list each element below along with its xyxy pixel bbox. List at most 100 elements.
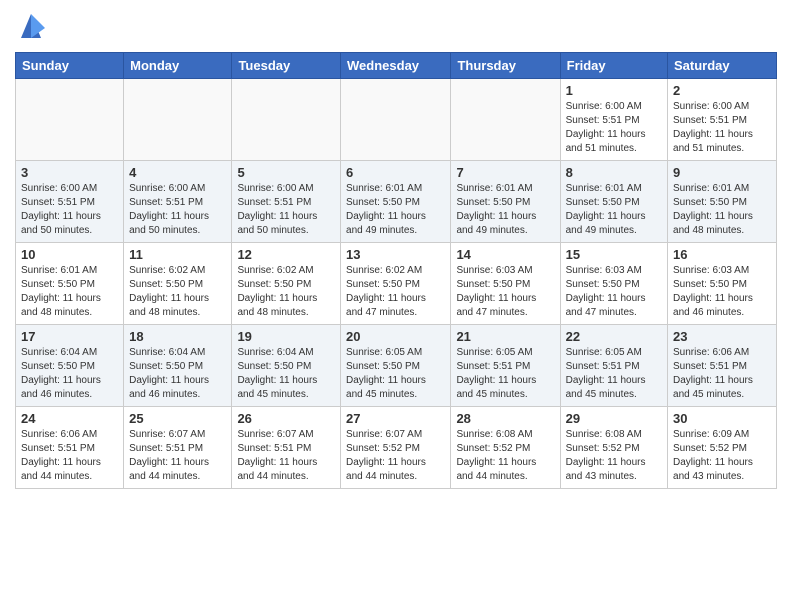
day-number: 29	[566, 411, 662, 426]
calendar-cell: 9 Sunrise: 6:01 AM Sunset: 5:50 PM Daylig…	[668, 161, 777, 243]
calendar-week-row: 24 Sunrise: 6:06 AM Sunset: 5:51 PM Dayli…	[16, 407, 777, 489]
day-info: Sunrise: 6:07 AM Sunset: 5:52 PM Dayligh…	[346, 428, 445, 484]
day-number: 30	[673, 411, 771, 426]
day-info: Sunrise: 6:02 AM Sunset: 5:50 PM Dayligh…	[129, 264, 226, 320]
weekday-header-thursday: Thursday	[451, 53, 560, 79]
day-number: 2	[673, 83, 771, 98]
calendar-cell: 25 Sunrise: 6:07 AM Sunset: 5:51 PM Dayli…	[124, 407, 232, 489]
day-number: 12	[237, 247, 335, 262]
calendar-cell: 2Sunrise: 6:00 AM Sunset: 5:51 PM Daylig…	[668, 79, 777, 161]
day-number: 9	[673, 165, 771, 180]
day-info: Sunrise: 6:03 AM Sunset: 5:50 PM Dayligh…	[456, 264, 554, 320]
calendar-cell: 20 Sunrise: 6:05 AM Sunset: 5:50 PM Dayli…	[341, 325, 451, 407]
calendar-cell: 13 Sunrise: 6:02 AM Sunset: 5:50 PM Dayli…	[341, 243, 451, 325]
day-number: 27	[346, 411, 445, 426]
day-info: Sunrise: 6:04 AM Sunset: 5:50 PM Dayligh…	[21, 346, 118, 402]
day-number: 11	[129, 247, 226, 262]
day-number: 25	[129, 411, 226, 426]
calendar-cell: 27 Sunrise: 6:07 AM Sunset: 5:52 PM Dayli…	[341, 407, 451, 489]
day-number: 20	[346, 329, 445, 344]
calendar-cell	[16, 79, 124, 161]
weekday-header-wednesday: Wednesday	[341, 53, 451, 79]
day-info: Sunrise: 6:07 AM Sunset: 5:51 PM Dayligh…	[129, 428, 226, 484]
calendar-cell: 16 Sunrise: 6:03 AM Sunset: 5:50 PM Dayli…	[668, 243, 777, 325]
day-info: Sunrise: 6:00 AM Sunset: 5:51 PM Dayligh…	[129, 182, 226, 238]
day-number: 16	[673, 247, 771, 262]
calendar-cell: 22Sunrise: 6:05 AM Sunset: 5:51 PM Dayli…	[560, 325, 667, 407]
calendar-cell: 12 Sunrise: 6:02 AM Sunset: 5:50 PM Dayli…	[232, 243, 341, 325]
calendar-cell: 1 Sunrise: 6:00 AM Sunset: 5:51 PM Daylig…	[560, 79, 667, 161]
calendar-week-row: 10 Sunrise: 6:01 AM Sunset: 5:50 PM Dayli…	[16, 243, 777, 325]
day-number: 18	[129, 329, 226, 344]
day-number: 17	[21, 329, 118, 344]
day-number: 14	[456, 247, 554, 262]
day-info: Sunrise: 6:00 AM Sunset: 5:51 PM Dayligh…	[566, 100, 662, 156]
day-info: Sunrise: 6:00 AM Sunset: 5:51 PM Dayligh…	[237, 182, 335, 238]
calendar-cell: 8Sunrise: 6:01 AM Sunset: 5:50 PM Daylig…	[560, 161, 667, 243]
calendar-cell: 18 Sunrise: 6:04 AM Sunset: 5:50 PM Dayli…	[124, 325, 232, 407]
calendar-cell: 11 Sunrise: 6:02 AM Sunset: 5:50 PM Dayli…	[124, 243, 232, 325]
day-info: Sunrise: 6:05 AM Sunset: 5:51 PM Dayligh…	[566, 346, 662, 402]
day-number: 26	[237, 411, 335, 426]
calendar-cell: 30 Sunrise: 6:09 AM Sunset: 5:52 PM Dayli…	[668, 407, 777, 489]
calendar-cell: 5 Sunrise: 6:00 AM Sunset: 5:51 PM Daylig…	[232, 161, 341, 243]
day-info: Sunrise: 6:04 AM Sunset: 5:50 PM Dayligh…	[129, 346, 226, 402]
day-info: Sunrise: 6:06 AM Sunset: 5:51 PM Dayligh…	[673, 346, 771, 402]
day-info: Sunrise: 6:06 AM Sunset: 5:51 PM Dayligh…	[21, 428, 118, 484]
calendar-cell: 15 Sunrise: 6:03 AM Sunset: 5:50 PM Dayli…	[560, 243, 667, 325]
day-number: 3	[21, 165, 118, 180]
day-info: Sunrise: 6:05 AM Sunset: 5:50 PM Dayligh…	[346, 346, 445, 402]
calendar-cell: 14 Sunrise: 6:03 AM Sunset: 5:50 PM Dayli…	[451, 243, 560, 325]
day-info: Sunrise: 6:01 AM Sunset: 5:50 PM Dayligh…	[566, 182, 662, 238]
calendar-cell	[341, 79, 451, 161]
calendar-cell	[124, 79, 232, 161]
day-number: 6	[346, 165, 445, 180]
day-info: Sunrise: 6:07 AM Sunset: 5:51 PM Dayligh…	[237, 428, 335, 484]
calendar-week-row: 3 Sunrise: 6:00 AM Sunset: 5:51 PM Daylig…	[16, 161, 777, 243]
calendar-cell: 3 Sunrise: 6:00 AM Sunset: 5:51 PM Daylig…	[16, 161, 124, 243]
day-info: Sunrise: 6:02 AM Sunset: 5:50 PM Dayligh…	[237, 264, 335, 320]
day-number: 28	[456, 411, 554, 426]
calendar-table: SundayMondayTuesdayWednesdayThursdayFrid…	[15, 52, 777, 489]
logo	[15, 10, 45, 44]
header	[15, 10, 777, 44]
day-info: Sunrise: 6:01 AM Sunset: 5:50 PM Dayligh…	[673, 182, 771, 238]
weekday-header-sunday: Sunday	[16, 53, 124, 79]
calendar-cell: 24 Sunrise: 6:06 AM Sunset: 5:51 PM Dayli…	[16, 407, 124, 489]
day-info: Sunrise: 6:01 AM Sunset: 5:50 PM Dayligh…	[21, 264, 118, 320]
day-info: Sunrise: 6:09 AM Sunset: 5:52 PM Dayligh…	[673, 428, 771, 484]
day-number: 21	[456, 329, 554, 344]
calendar-cell: 7 Sunrise: 6:01 AM Sunset: 5:50 PM Daylig…	[451, 161, 560, 243]
day-number: 7	[456, 165, 554, 180]
calendar-cell: 23 Sunrise: 6:06 AM Sunset: 5:51 PM Dayli…	[668, 325, 777, 407]
day-info: Sunrise: 6:03 AM Sunset: 5:50 PM Dayligh…	[566, 264, 662, 320]
day-number: 1	[566, 83, 662, 98]
day-info: Sunrise: 6:08 AM Sunset: 5:52 PM Dayligh…	[566, 428, 662, 484]
day-number: 15	[566, 247, 662, 262]
weekday-header-tuesday: Tuesday	[232, 53, 341, 79]
day-info: Sunrise: 6:01 AM Sunset: 5:50 PM Dayligh…	[346, 182, 445, 238]
page: SundayMondayTuesdayWednesdayThursdayFrid…	[0, 0, 792, 504]
calendar-cell: 26 Sunrise: 6:07 AM Sunset: 5:51 PM Dayli…	[232, 407, 341, 489]
weekday-header-row: SundayMondayTuesdayWednesdayThursdayFrid…	[16, 53, 777, 79]
day-number: 23	[673, 329, 771, 344]
day-info: Sunrise: 6:00 AM Sunset: 5:51 PM Dayligh…	[21, 182, 118, 238]
day-info: Sunrise: 6:08 AM Sunset: 5:52 PM Dayligh…	[456, 428, 554, 484]
calendar-cell: 17 Sunrise: 6:04 AM Sunset: 5:50 PM Dayli…	[16, 325, 124, 407]
day-info: Sunrise: 6:02 AM Sunset: 5:50 PM Dayligh…	[346, 264, 445, 320]
weekday-header-monday: Monday	[124, 53, 232, 79]
calendar-cell: 6 Sunrise: 6:01 AM Sunset: 5:50 PM Daylig…	[341, 161, 451, 243]
calendar-cell	[232, 79, 341, 161]
calendar-cell: 4Sunrise: 6:00 AM Sunset: 5:51 PM Daylig…	[124, 161, 232, 243]
day-number: 24	[21, 411, 118, 426]
day-number: 5	[237, 165, 335, 180]
weekday-header-friday: Friday	[560, 53, 667, 79]
day-info: Sunrise: 6:03 AM Sunset: 5:50 PM Dayligh…	[673, 264, 771, 320]
day-info: Sunrise: 6:04 AM Sunset: 5:50 PM Dayligh…	[237, 346, 335, 402]
weekday-header-saturday: Saturday	[668, 53, 777, 79]
day-info: Sunrise: 6:01 AM Sunset: 5:50 PM Dayligh…	[456, 182, 554, 238]
day-number: 10	[21, 247, 118, 262]
day-number: 13	[346, 247, 445, 262]
logo-icon	[17, 10, 45, 42]
calendar-week-row: 1 Sunrise: 6:00 AM Sunset: 5:51 PM Daylig…	[16, 79, 777, 161]
